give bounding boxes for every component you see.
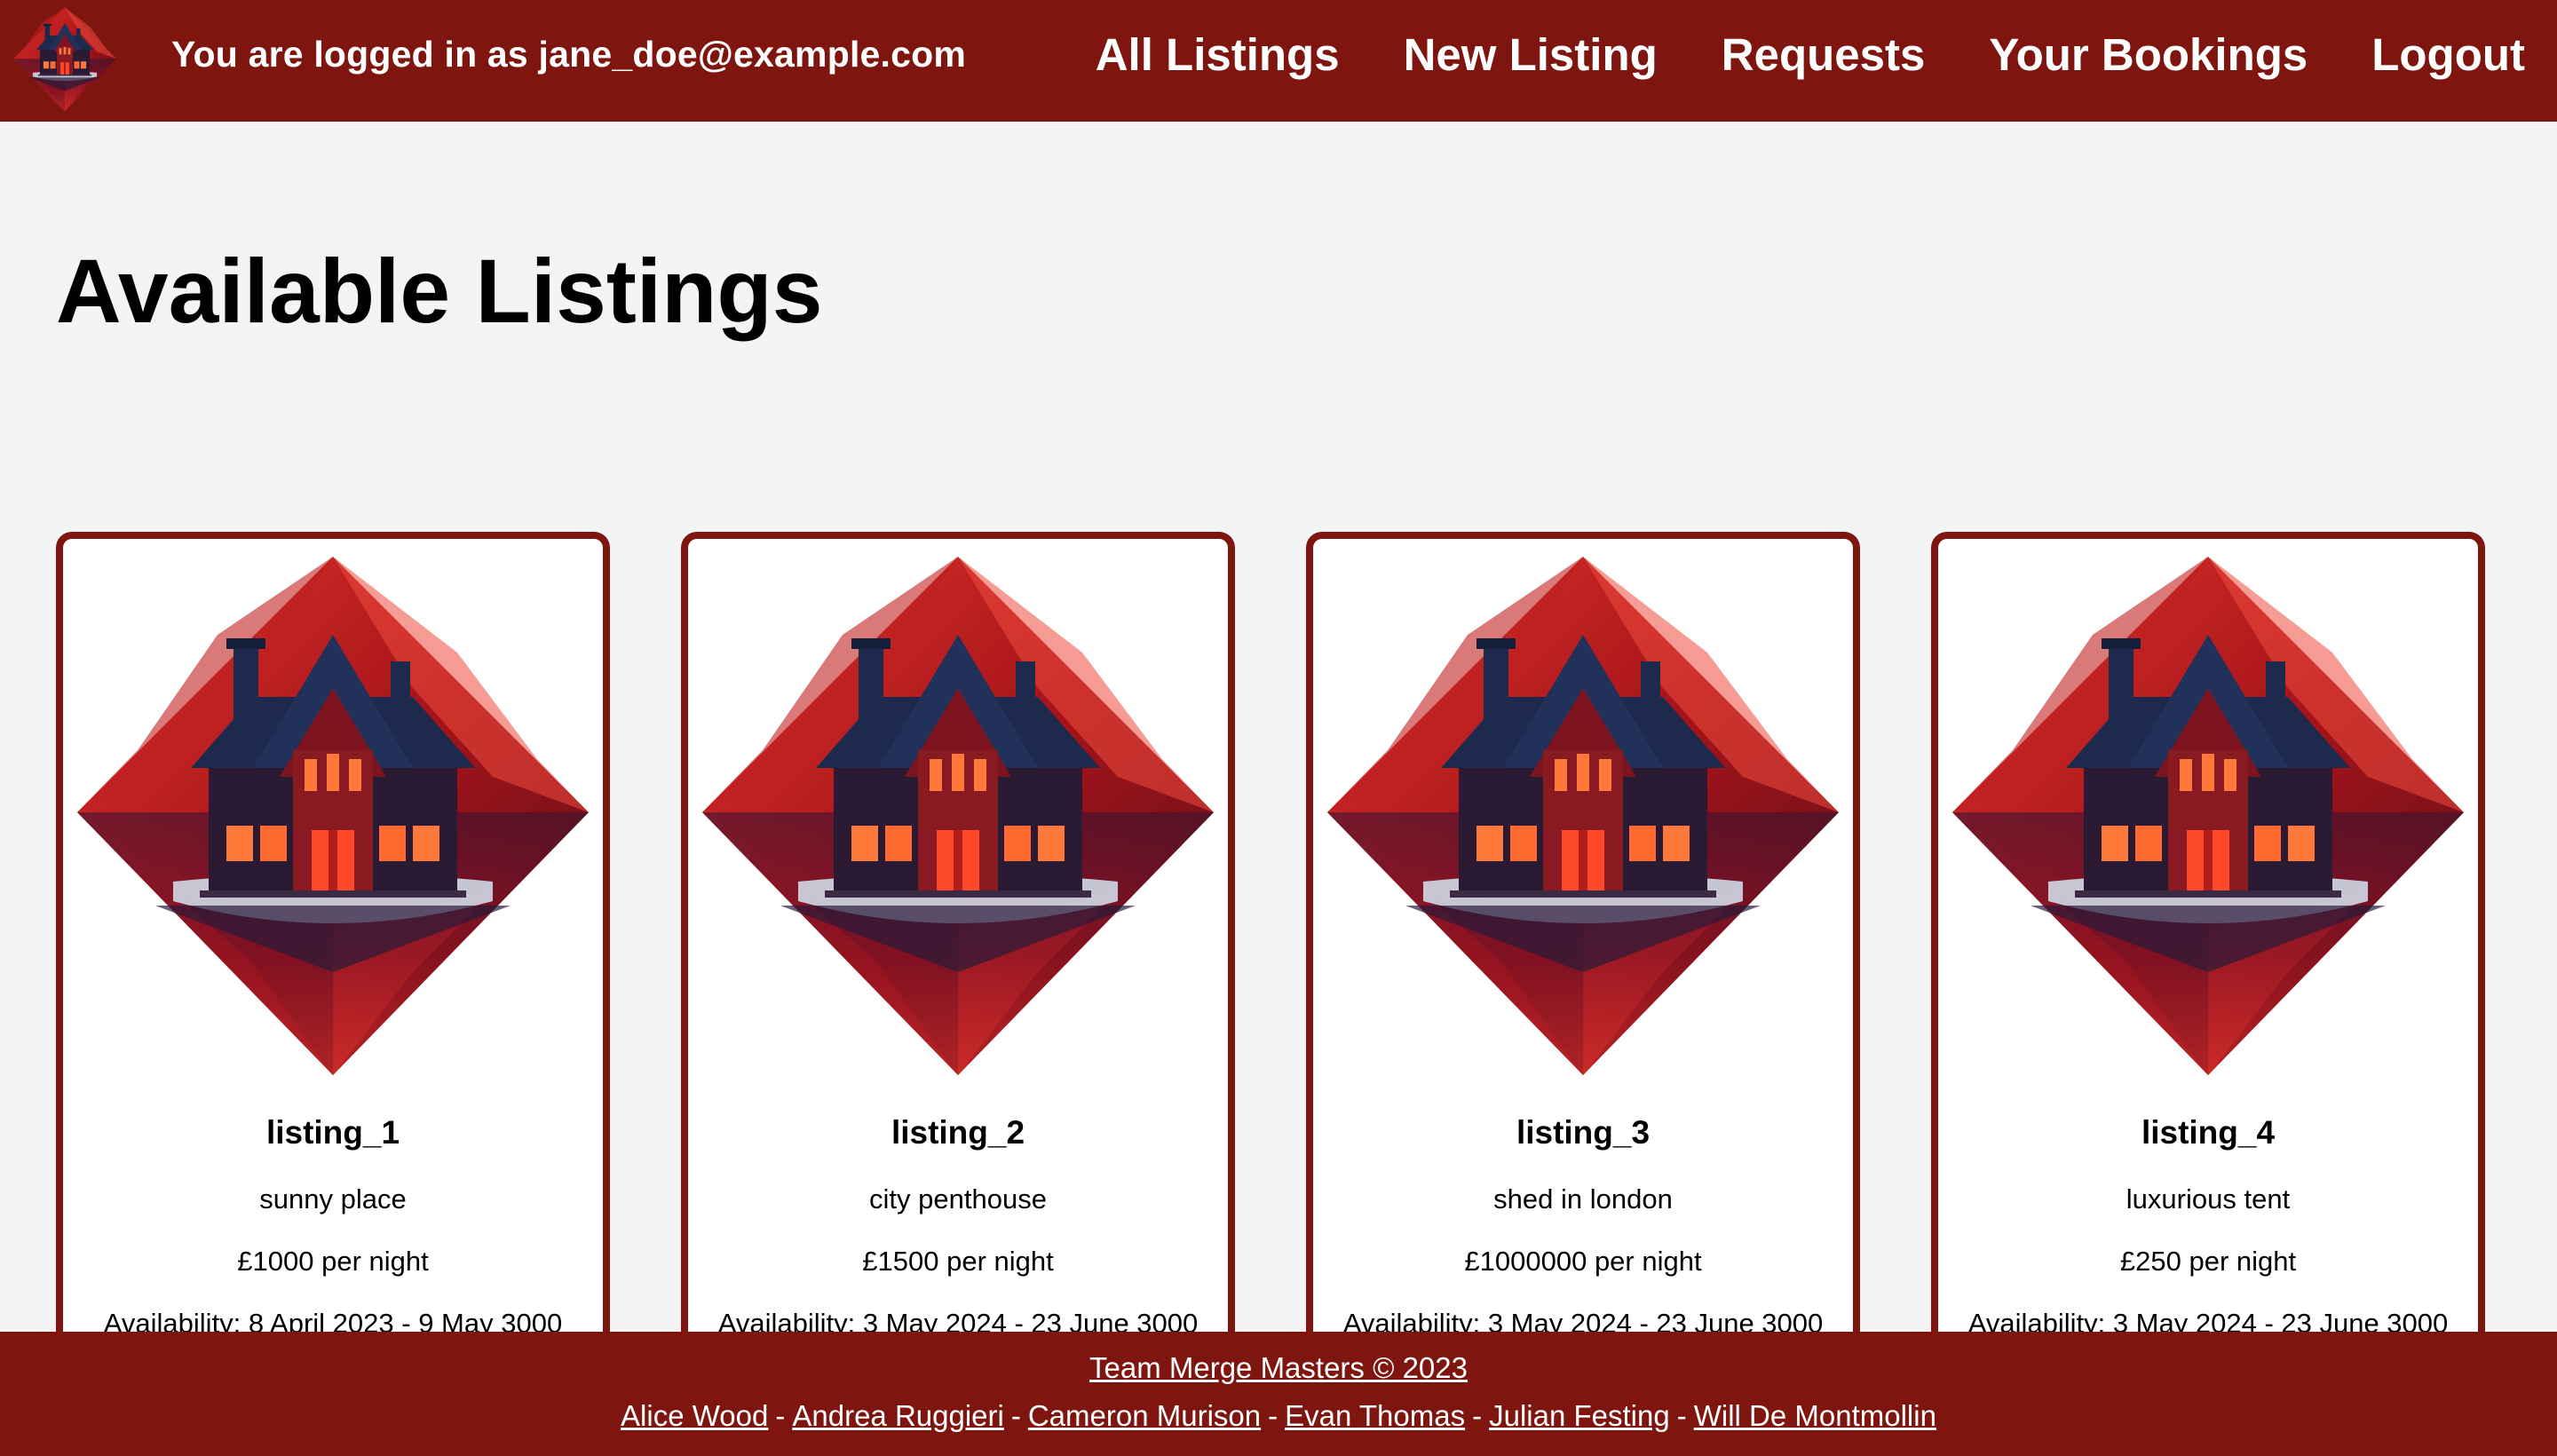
footer-separator: -	[1268, 1399, 1278, 1432]
house-logo-icon[interactable]	[12, 7, 117, 112]
footer-name-link[interactable]: Will De Montmollin	[1694, 1399, 1936, 1432]
nav-link-all-listings[interactable]: All Listings	[1096, 27, 1340, 83]
logged-in-user-text: You are logged in as jane_doe@example.co…	[171, 34, 967, 75]
footer-copyright-link[interactable]: Team Merge Masters © 2023	[1089, 1351, 1468, 1384]
footer-copyright-row: Team Merge Masters © 2023	[0, 1351, 2557, 1385]
listing-price: £1000 per night	[237, 1246, 429, 1277]
house-diamond-image	[75, 555, 590, 1077]
footer-name-link[interactable]: Julian Festing	[1489, 1399, 1670, 1432]
footer-separator: -	[1472, 1399, 1483, 1432]
footer-separator: -	[1676, 1399, 1687, 1432]
listing-name: listing_3	[1516, 1114, 1651, 1151]
listing-description: sunny place	[259, 1183, 407, 1215]
listing-card[interactable]: listing_2 city penthouse £1500 per night…	[681, 532, 1235, 1384]
house-diamond-image	[1326, 555, 1841, 1077]
nav-link-requests[interactable]: Requests	[1722, 27, 1926, 83]
listing-name: listing_1	[265, 1114, 400, 1151]
listing-name: listing_2	[891, 1114, 1025, 1151]
footer-name-link[interactable]: Cameron Murison	[1028, 1399, 1261, 1432]
listing-price: £1000000 per night	[1464, 1246, 1702, 1277]
listing-card[interactable]: listing_1 sunny place £1000 per night Av…	[56, 532, 610, 1384]
footer: Team Merge Masters © 2023 Alice Wood - And…	[0, 1332, 2557, 1456]
nav-link-logout[interactable]: Logout	[2371, 27, 2525, 83]
listing-card[interactable]: listing_3 shed in london £1000000 per ni…	[1306, 532, 1860, 1384]
footer-separator: -	[1010, 1399, 1021, 1432]
listing-description: city penthouse	[869, 1183, 1047, 1215]
listing-name: listing_4	[2141, 1114, 2276, 1151]
house-diamond-image	[1951, 555, 2466, 1077]
footer-name-link[interactable]: Alice Wood	[621, 1399, 768, 1432]
listing-card[interactable]: listing_4 luxurious tent £250 per night …	[1931, 532, 2485, 1384]
footer-name-link[interactable]: Evan Thomas	[1285, 1399, 1465, 1432]
listing-description: shed in london	[1493, 1183, 1673, 1215]
listing-price: £250 per night	[2119, 1246, 2297, 1277]
footer-separator: -	[775, 1399, 786, 1432]
footer-name-link[interactable]: Andrea Ruggieri	[792, 1399, 1003, 1432]
house-diamond-image	[701, 555, 1215, 1077]
listing-description: luxurious tent	[2126, 1183, 2291, 1215]
nav-link-your-bookings[interactable]: Your Bookings	[1989, 27, 2308, 83]
page-title: Available Listings	[56, 241, 823, 342]
nav-link-new-listing[interactable]: New Listing	[1404, 27, 1658, 83]
navbar: You are logged in as jane_doe@example.co…	[0, 0, 2557, 122]
footer-names-row: Alice Wood - Andrea Ruggieri - Cameron Muris…	[0, 1399, 2557, 1433]
nav-links: All Listings New Listing Requests Your B…	[1032, 27, 2525, 83]
listing-price: £1500 per night	[862, 1246, 1054, 1277]
